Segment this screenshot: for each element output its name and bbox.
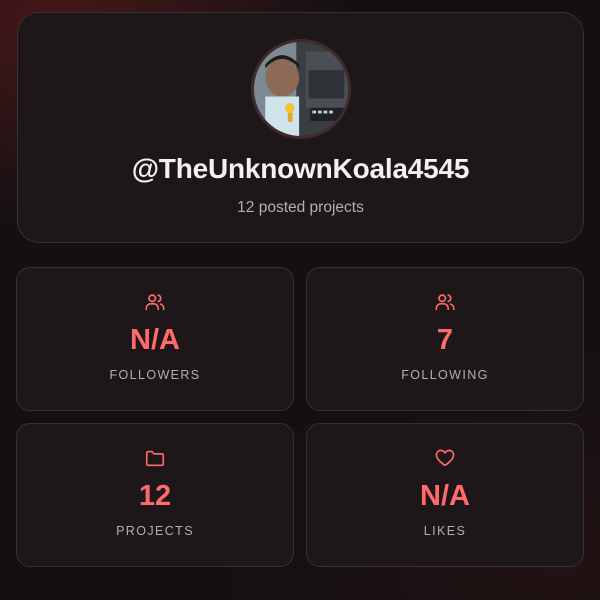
following-value: 7 [436,324,454,356]
followers-card[interactable]: N/A FOLLOWERS [16,267,294,411]
likes-label: LIKES [423,524,467,538]
folder-icon [143,446,167,470]
likes-value: N/A [420,480,470,512]
users-icon [143,290,167,314]
avatar-photo [253,42,348,136]
following-label: FOLLOWING [401,368,489,382]
likes-card[interactable]: N/A LIKES [306,423,584,567]
profile-card: @TheUnknownKoala4545 12 posted projects [17,12,584,243]
projects-value: 12 [138,480,172,512]
followers-label: FOLLOWERS [109,368,201,382]
heart-icon [433,446,457,470]
avatar[interactable] [250,39,351,139]
posted-projects-count: 12 posted projects [237,199,364,216]
followers-value: N/A [130,324,180,356]
username: @TheUnknownKoala4545 [131,153,470,184]
projects-label: PROJECTS [116,524,194,538]
projects-card[interactable]: 12 PROJECTS [16,423,294,567]
following-card[interactable]: 7 FOLLOWING [306,267,584,411]
users-icon [433,290,457,314]
